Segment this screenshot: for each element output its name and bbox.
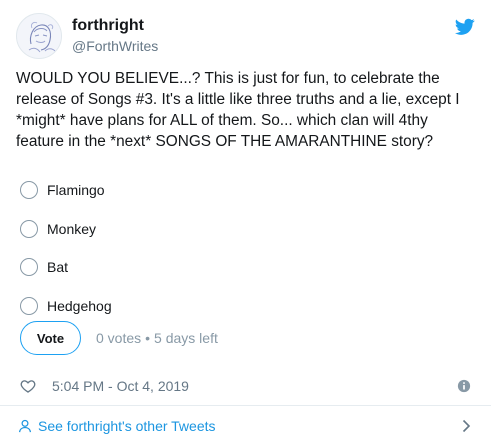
user-names: forthright @ForthWrites: [72, 16, 158, 55]
see-other-tweets-link[interactable]: See forthright's other Tweets: [18, 414, 473, 438]
poll-option-label: Monkey: [47, 220, 97, 237]
poll-meta: 0 votes • 5 days left: [96, 330, 218, 346]
time-left: 5 days left: [154, 330, 218, 346]
divider: [0, 405, 491, 406]
heart-icon[interactable]: [20, 378, 36, 394]
chevron-right-icon: [462, 419, 471, 433]
poll-option-bat[interactable]: Bat: [20, 249, 460, 285]
vote-count: 0 votes: [96, 330, 142, 346]
radio-button[interactable]: [20, 258, 38, 277]
see-other-tweets-label: See forthright's other Tweets: [38, 418, 216, 434]
tweet-header: forthright @ForthWrites: [16, 10, 475, 62]
poll-option-label: Hedgehog: [47, 297, 112, 314]
poll-option-label: Flamingo: [47, 182, 105, 198]
poll-option-hedgehog[interactable]: Hedgehog: [20, 288, 460, 324]
timestamp[interactable]: 5:04 PM - Oct 4, 2019: [52, 378, 189, 394]
tweet-text: WOULD YOU BELIEVE...? This is just for f…: [16, 70, 460, 150]
radio-button[interactable]: [20, 296, 38, 315]
tweet-footer: 5:04 PM - Oct 4, 2019: [20, 376, 471, 396]
radio-button[interactable]: [20, 219, 38, 238]
poll-vote-row: Vote 0 votes • 5 days left: [20, 321, 218, 355]
display-name[interactable]: forthright: [72, 16, 158, 36]
meta-separator: •: [145, 330, 151, 346]
poll-option-label: Bat: [47, 259, 69, 276]
user-handle[interactable]: @ForthWrites: [72, 37, 158, 55]
twitter-bird-icon[interactable]: [455, 18, 475, 36]
info-icon[interactable]: [457, 379, 471, 393]
poll-options: Flamingo Monkey Bat Hedgehog: [20, 172, 460, 326]
poll-option-flamingo[interactable]: Flamingo: [20, 172, 460, 208]
vote-button[interactable]: Vote: [20, 321, 81, 355]
radio-button[interactable]: [20, 181, 38, 199]
poll-option-monkey[interactable]: Monkey: [20, 211, 460, 247]
person-icon: [18, 419, 32, 433]
avatar[interactable]: [16, 13, 62, 59]
